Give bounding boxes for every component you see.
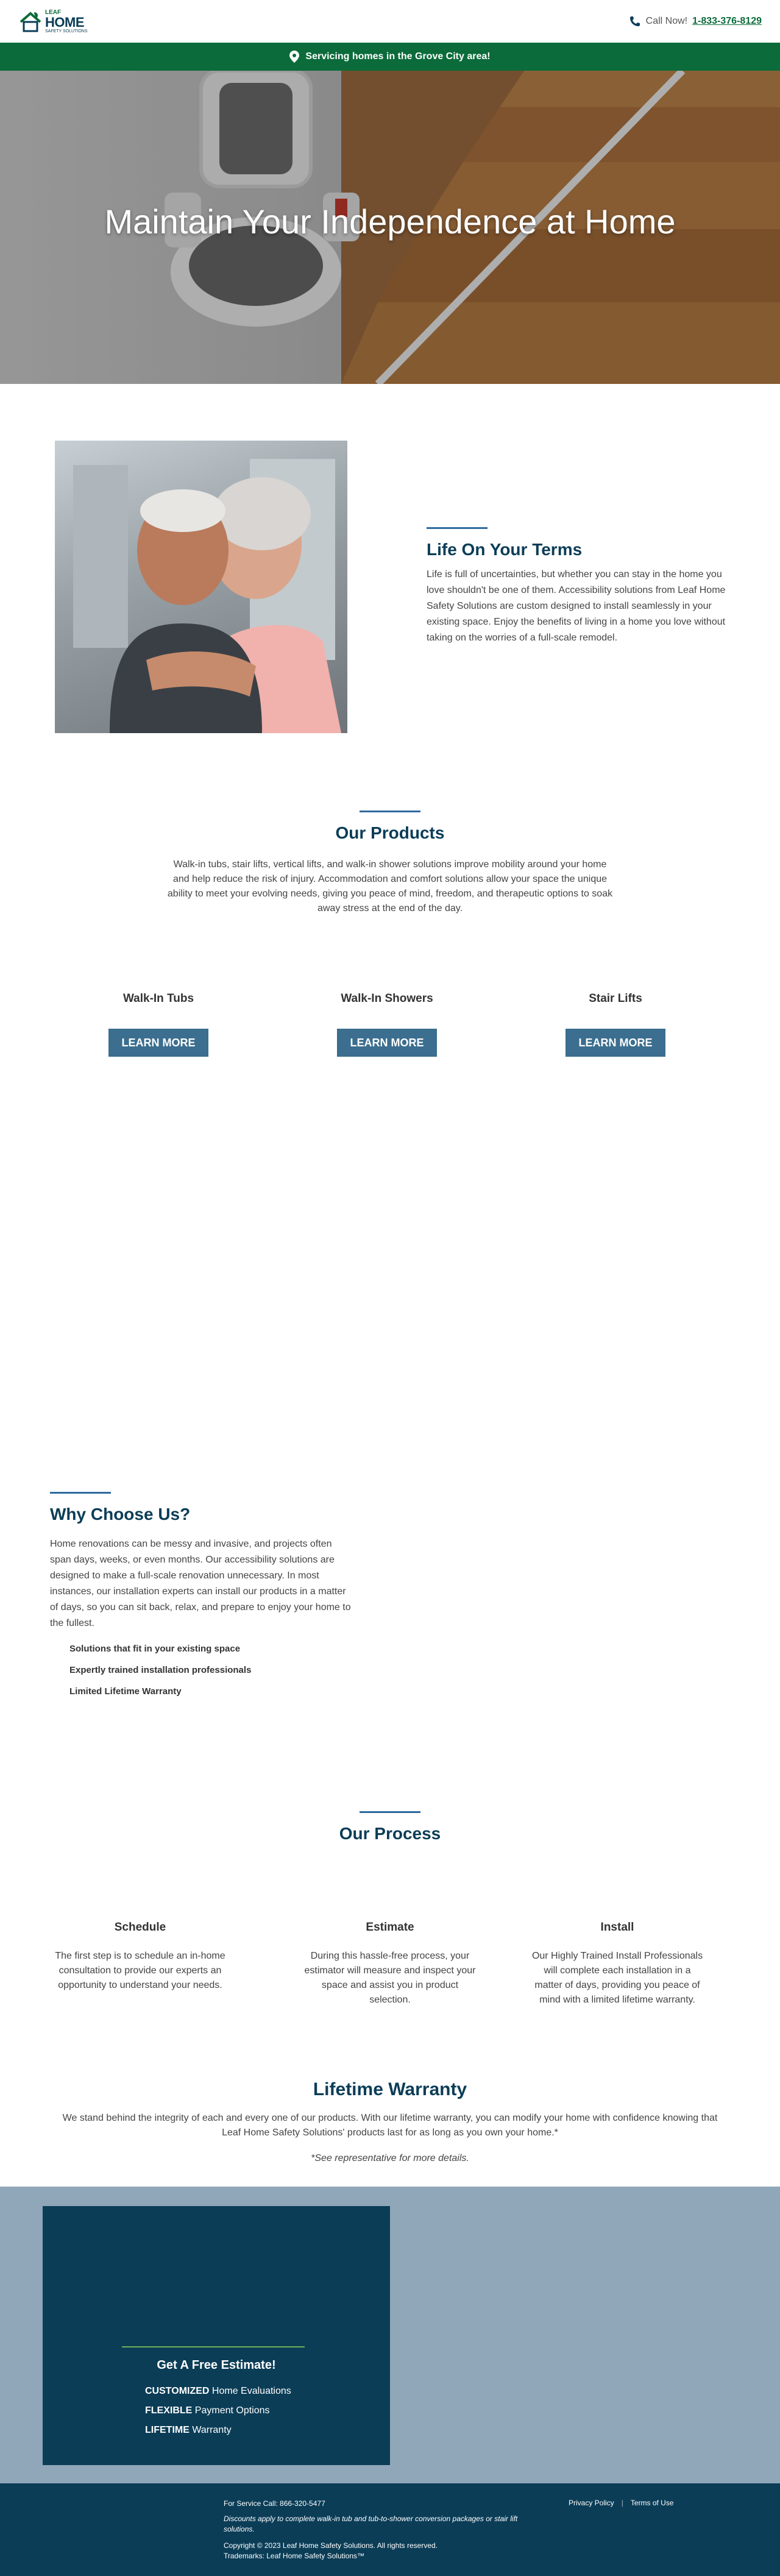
benefit-bold: CUSTOMIZED	[145, 2386, 210, 2396]
products-body: Walk-in tubs, stair lifts, vertical lift…	[167, 859, 613, 914]
phone-icon	[629, 16, 640, 26]
discount-note: Discounts apply to complete walk-in tub …	[224, 2514, 518, 2533]
step-estimate: Estimate During this hassle-free process…	[302, 1921, 478, 2007]
product-stair-lifts: Stair Lifts LEARN MORE	[518, 992, 713, 1057]
logo-home-text: HOME	[45, 14, 84, 30]
process-section: Our Process	[0, 1811, 780, 1843]
benefit-text: Payment Options	[192, 2405, 270, 2416]
house-logo-icon	[20, 12, 41, 32]
trademark: Trademarks: Leaf Home Safety Solutions™	[224, 2552, 364, 2560]
step-title: Schedule	[114, 1921, 166, 1934]
list-item: CUSTOMIZED Home Evaluations	[145, 2386, 311, 2397]
process-heading: Our Process	[339, 1824, 441, 1843]
products-section: Our Products Walk-in tubs, stair lifts, …	[0, 811, 780, 916]
warranty-section: Lifetime Warranty We stand behind the in…	[0, 2079, 780, 2166]
service-phone: For Service Call: 866-320-5477	[224, 2499, 325, 2508]
warranty-heading: Lifetime Warranty	[313, 2079, 467, 2099]
link-separator: |	[621, 2499, 623, 2507]
list-item: Expertly trained installation profession…	[69, 1665, 252, 1675]
benefit-bold: LIFETIME	[145, 2425, 190, 2435]
product-title: Stair Lifts	[589, 992, 642, 1005]
terms-link[interactable]: Terms of Use	[631, 2499, 674, 2507]
estimate-box: Get A Free Estimate! CUSTOMIZED Home Eva…	[43, 2206, 390, 2465]
product-title: Walk-In Tubs	[122, 992, 194, 1005]
service-area-banner: Servicing homes in the Grove City area!	[0, 43, 780, 71]
accent-line	[50, 1492, 111, 1494]
footer-info: For Service Call: 866-320-5477 Discounts…	[224, 2499, 541, 2561]
product-walk-in-tubs: Walk-In Tubs LEARN MORE	[61, 992, 256, 1057]
learn-more-button[interactable]: LEARN MORE	[337, 1029, 437, 1057]
accent-line	[122, 2346, 305, 2347]
step-title: Install	[600, 1921, 634, 1934]
hero-title: Maintain Your Independence at Home	[104, 202, 676, 241]
privacy-policy-link[interactable]: Privacy Policy	[569, 2499, 614, 2507]
products-heading: Our Products	[335, 823, 445, 842]
footer-links: Privacy Policy | Terms of Use	[569, 2499, 674, 2507]
estimate-benefits: CUSTOMIZED Home Evaluations FLEXIBLE Pay…	[122, 2386, 311, 2436]
list-item: FLEXIBLE Payment Options	[145, 2405, 311, 2416]
benefit-bold: FLEXIBLE	[145, 2405, 193, 2416]
benefit-text: Warranty	[189, 2425, 232, 2435]
list-item: Limited Lifetime Warranty	[69, 1686, 182, 1697]
phone-link[interactable]: 1-833-376-8129	[692, 16, 762, 27]
why-body: Home renovations can be messy and invasi…	[50, 1539, 351, 1628]
step-title: Estimate	[366, 1921, 414, 1934]
life-text: Life On Your Terms Life is full of uncer…	[427, 527, 731, 646]
copyright: Copyright © 2023 Leaf Home Safety Soluti…	[224, 2541, 438, 2550]
step-body: The first step is to schedule an in-home…	[55, 1951, 225, 1990]
estimate-heading: Get A Free Estimate!	[157, 2358, 276, 2372]
accent-line	[360, 811, 420, 812]
accent-line	[360, 1811, 420, 1813]
location-pin-icon	[289, 51, 300, 63]
site-header: LEAF HOME SAFETY SOLUTIONS Call Now! 1-8…	[0, 0, 780, 43]
benefit-text: Home Evaluations	[209, 2386, 291, 2396]
couple-illustration	[73, 459, 341, 733]
logo[interactable]: LEAF HOME SAFETY SOLUTIONS	[18, 9, 88, 34]
why-points: Solutions that fit in your existing spac…	[50, 1644, 355, 1697]
learn-more-button[interactable]: LEARN MORE	[108, 1029, 208, 1057]
step-body: Our Highly Trained Install Professionals…	[531, 1951, 703, 2005]
list-item: Solutions that fit in your existing spac…	[69, 1644, 241, 1654]
step-body: During this hassle-free process, your es…	[304, 1951, 476, 2005]
list-item: LIFETIME Warranty	[145, 2425, 311, 2436]
product-walk-in-showers: Walk-In Showers LEARN MORE	[289, 992, 484, 1057]
why-section: Why Choose Us? Home renovations can be m…	[50, 1492, 355, 1708]
learn-more-button[interactable]: LEARN MORE	[566, 1029, 665, 1057]
banner-text: Servicing homes in the Grove City area!	[305, 51, 491, 62]
product-title: Walk-In Showers	[341, 992, 433, 1005]
accent-line	[427, 527, 488, 529]
life-section: Life On Your Terms Life is full of uncer…	[0, 384, 780, 792]
couple-photo	[55, 441, 347, 733]
step-install: Install Our Highly Trained Install Profe…	[529, 1921, 706, 2007]
warranty-body: We stand behind the integrity of each an…	[62, 2113, 718, 2138]
why-heading: Why Choose Us?	[50, 1505, 191, 1524]
step-schedule: Schedule The first step is to schedule a…	[52, 1921, 229, 1993]
life-body: Life is full of uncertainties, but wheth…	[427, 569, 726, 643]
logo-sub-text: SAFETY SOLUTIONS	[45, 29, 88, 34]
site-footer: For Service Call: 866-320-5477 Discounts…	[0, 2483, 780, 2576]
hero: Maintain Your Independence at Home	[0, 71, 780, 384]
warranty-fine-print: *See representative for more details.	[311, 2153, 469, 2163]
life-heading: Life On Your Terms	[427, 540, 583, 559]
estimate-content: Get A Free Estimate! CUSTOMIZED Home Eva…	[122, 2346, 311, 2444]
call-label: Call Now!	[645, 16, 688, 26]
call-now: Call Now! 1-833-376-8129	[629, 15, 762, 27]
